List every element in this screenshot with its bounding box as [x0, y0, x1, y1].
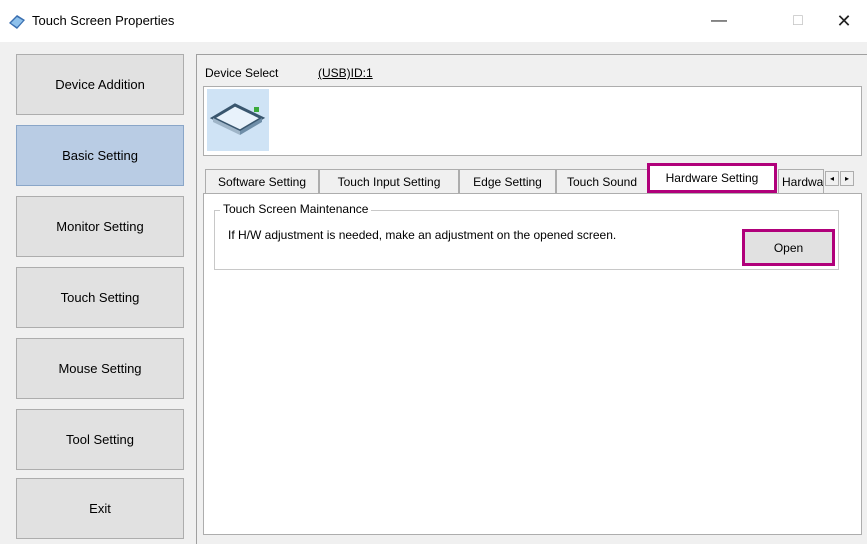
maintenance-description: If H/W adjustment is needed, make an adj… — [228, 228, 617, 242]
maintenance-group-title: Touch Screen Maintenance — [220, 202, 372, 216]
touch-setting-button[interactable]: Touch Setting — [16, 267, 184, 328]
device-select-label: Device Select — [205, 66, 279, 80]
window-title: Touch Screen Properties — [32, 13, 175, 28]
touch-screen-app-icon — [9, 15, 25, 29]
close-button[interactable]: ✕ — [821, 0, 867, 42]
exit-button[interactable]: Exit — [16, 478, 184, 539]
tab-touch-sound[interactable]: Touch Sound — [556, 169, 648, 193]
tab-hardware-setting[interactable]: Hardware Setting — [647, 163, 777, 193]
monitor-setting-button[interactable]: Monitor Setting — [16, 196, 184, 257]
maximize-button[interactable]: □ — [775, 0, 821, 42]
mouse-setting-button[interactable]: Mouse Setting — [16, 338, 184, 399]
basic-setting-button[interactable]: Basic Setting — [16, 125, 184, 186]
title-bar: Touch Screen Properties — □ ✕ — [0, 0, 867, 42]
device-addition-button[interactable]: Device Addition — [16, 54, 184, 115]
tab-touch-input-setting[interactable]: Touch Input Setting — [319, 169, 459, 193]
minimize-button[interactable]: — — [696, 0, 742, 42]
tool-setting-button[interactable]: Tool Setting — [16, 409, 184, 470]
tab-software-setting[interactable]: Software Setting — [205, 169, 319, 193]
device-list — [203, 86, 862, 156]
open-button[interactable]: Open — [742, 229, 835, 266]
selected-device-link[interactable]: (USB)ID:1 — [318, 66, 373, 80]
tab-scroll-right-icon[interactable]: ▸ — [840, 171, 854, 186]
tab-edge-setting[interactable]: Edge Setting — [459, 169, 556, 193]
touch-screen-properties-window: Touch Screen Properties — □ ✕ Device Add… — [0, 0, 867, 544]
touch-device-icon[interactable] — [207, 89, 269, 151]
tab-scroll-left-icon[interactable]: ◂ — [825, 171, 839, 186]
tab-hardware-partial[interactable]: Hardwa — [778, 169, 824, 193]
